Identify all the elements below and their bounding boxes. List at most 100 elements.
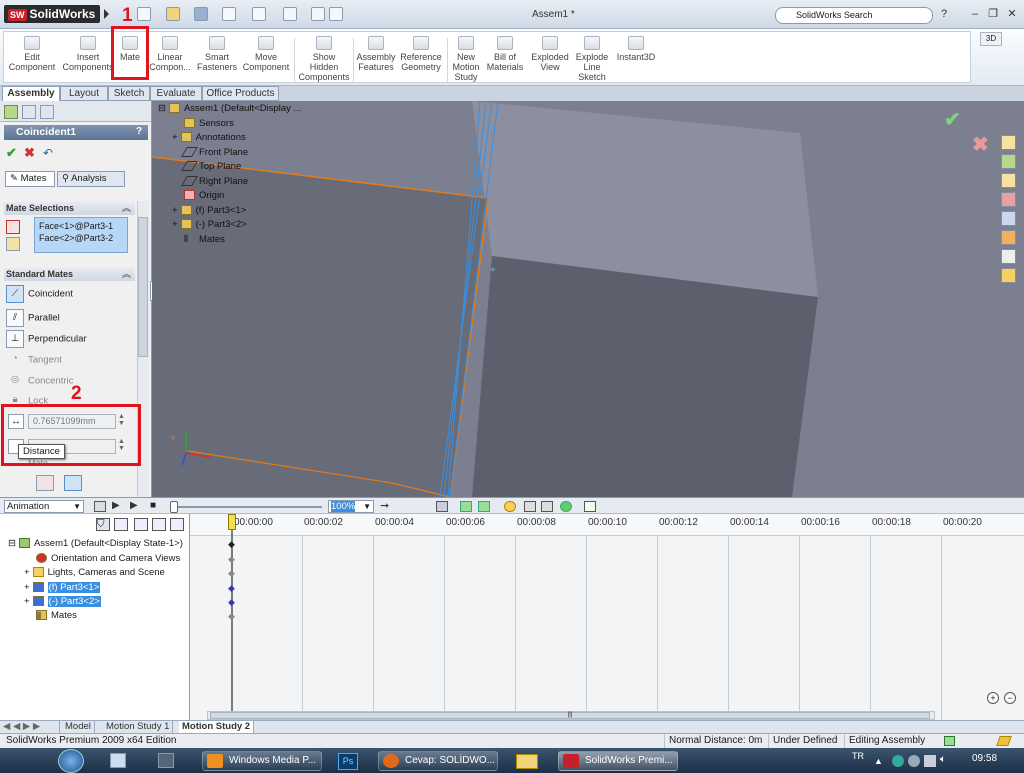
study-type-select[interactable]: Animation ▼	[4, 500, 84, 513]
close-button[interactable]: ✕	[1005, 8, 1019, 20]
cancel-x-icon[interactable]: ✖	[24, 145, 35, 161]
status-tag-icon[interactable]	[996, 736, 1012, 746]
filter-driving-icon[interactable]	[114, 518, 128, 531]
selection-mode-icon[interactable]	[6, 237, 20, 251]
undo-mate-icon[interactable]: ↶	[43, 146, 53, 160]
standard-mates-header[interactable]: Standard Mates ︽	[4, 268, 135, 281]
new-motion-study-button[interactable]: New Motion Study	[448, 36, 484, 84]
playback-mode-icon[interactable]: ➞	[380, 499, 389, 512]
reference-geometry-button[interactable]: Reference Geometry	[398, 36, 444, 84]
tray-icon-2[interactable]	[908, 755, 920, 767]
keyframe[interactable]: ◆	[228, 539, 235, 550]
anim-tree-part3-2[interactable]: + (-) Part3<2>	[24, 596, 101, 607]
mate-alignment-anti-aligned-icon[interactable]	[64, 475, 82, 491]
time-bar-marker[interactable]	[228, 514, 236, 530]
keyframe[interactable]: ◆	[228, 583, 235, 594]
keyframe[interactable]: ◆	[228, 611, 235, 622]
tree-item-part3-2[interactable]: + (-) Part3<2>	[172, 219, 247, 230]
pm-tab-mates[interactable]: ✎ Mates	[5, 171, 55, 187]
filter-selected-icon[interactable]	[134, 518, 148, 531]
spring-icon[interactable]	[524, 501, 536, 512]
search-input[interactable]: SolidWorks Search	[775, 7, 933, 24]
selection-item[interactable]: Face<2>@Part3-2	[35, 231, 127, 243]
zoom-out-icon[interactable]: −	[1004, 692, 1016, 704]
scroll-thumb[interactable]: |||	[210, 712, 930, 719]
pm-help-button[interactable]: ?	[136, 126, 142, 137]
menu-arrow-icon[interactable]	[104, 9, 109, 19]
tray-arrow-icon[interactable]: ▲	[874, 756, 883, 766]
calculate-icon[interactable]	[94, 501, 106, 512]
anim-tree-mates[interactable]: ⫴ Mates	[36, 610, 77, 622]
filter-results-icon[interactable]	[152, 518, 166, 531]
timeline-slider-thumb[interactable]	[170, 501, 178, 513]
minimize-button[interactable]: –	[968, 8, 982, 20]
taskbar-solidworks[interactable]: SolidWorks Premi...	[558, 751, 678, 771]
print-icon[interactable]	[222, 7, 236, 21]
mate-coincident[interactable]: ⟋ Coincident	[6, 285, 73, 305]
tab-office-products[interactable]: Office Products	[202, 86, 279, 101]
timeline-slider[interactable]	[172, 506, 322, 508]
rebuild-icon[interactable]	[311, 7, 325, 21]
zoom-in-icon[interactable]: +	[987, 692, 999, 704]
bill-of-materials-button[interactable]: Bill of Materials	[484, 36, 526, 84]
taskbar-firefox[interactable]: Cevap: SOLİDWO...	[378, 751, 498, 771]
volume-icon[interactable]: 🔈︎	[940, 754, 946, 765]
tree-item-front-plane[interactable]: Front Plane	[181, 147, 248, 158]
gravity-icon[interactable]	[560, 501, 572, 512]
filter-animated-icon[interactable]: ⛉	[96, 518, 110, 531]
taskbar-folder-icon[interactable]	[516, 754, 538, 769]
move-component-button[interactable]: Move Component	[240, 36, 292, 84]
stop-icon[interactable]: ■	[150, 500, 156, 511]
animation-wizard-icon[interactable]	[460, 501, 472, 512]
pm-tab-analysis[interactable]: ⚲ Analysis	[57, 171, 125, 187]
confirm-corner-ok-icon[interactable]: ✔	[944, 107, 961, 132]
property-manager-tab-icon[interactable]	[22, 105, 36, 119]
motor-icon[interactable]	[504, 501, 516, 512]
part2-front-face[interactable]	[472, 256, 818, 497]
mate-alignment-aligned-icon[interactable]	[36, 475, 54, 491]
ok-check-icon[interactable]: ✔	[6, 145, 17, 161]
options-icon[interactable]	[329, 7, 343, 21]
start-button-icon[interactable]	[58, 749, 84, 773]
contact-icon[interactable]	[541, 501, 553, 512]
search-results-icon[interactable]	[1001, 192, 1016, 207]
keyframe[interactable]: ◆	[228, 554, 235, 565]
anim-tree-part3-1[interactable]: + (f) Part3<1>	[24, 582, 101, 593]
tree-item-sensors[interactable]: Sensors	[184, 118, 234, 129]
selection-filter-icon[interactable]	[6, 220, 20, 234]
keyframe[interactable]: ◆	[228, 568, 235, 579]
model-view[interactable]: + +	[152, 101, 1024, 497]
tab-assembly[interactable]: Assembly	[2, 86, 60, 101]
quicklaunch-explorer-icon[interactable]	[110, 753, 126, 768]
timeline-hscroll[interactable]: |||	[207, 711, 935, 720]
mate-selections-header[interactable]: Mate Selections ︽	[4, 202, 135, 215]
anim-tree-lights[interactable]: + Lights, Cameras and Scene	[24, 567, 165, 578]
mate-parallel[interactable]: ⫽ Parallel	[6, 309, 60, 329]
ribbon-3d-icon[interactable]: 3D	[980, 32, 1002, 46]
open-icon[interactable]	[166, 7, 180, 21]
playback-speed-select[interactable]: 100% ▼	[328, 500, 374, 513]
solidworks-resources-icon[interactable]	[1001, 135, 1016, 150]
exploded-view-button[interactable]: Exploded View	[528, 36, 572, 84]
select-icon[interactable]	[283, 7, 297, 21]
mate-selections-list[interactable]: Face<1>@Part3-1 Face<2>@Part3-2	[34, 217, 128, 253]
tree-item-part3-1[interactable]: + (f) Part3<1>	[172, 205, 246, 216]
configuration-manager-tab-icon[interactable]	[40, 105, 54, 119]
quicklaunch-media-icon[interactable]	[158, 753, 174, 768]
save-icon[interactable]	[194, 7, 208, 21]
results-plots-icon[interactable]	[584, 501, 596, 512]
tree-item-annotations[interactable]: + Annotations	[172, 132, 246, 143]
language-indicator[interactable]: TR	[852, 751, 864, 761]
confirm-corner-cancel-icon[interactable]: ✖	[972, 132, 989, 157]
tab-sketch[interactable]: Sketch	[108, 86, 150, 101]
pm-vscroll-thumb[interactable]	[138, 217, 148, 357]
view-palette-icon[interactable]	[1001, 211, 1016, 226]
smart-fasteners-button[interactable]: Smart Fasteners	[194, 36, 240, 84]
selection-item[interactable]: Face<1>@Part3-1	[35, 218, 127, 231]
custom-properties-icon[interactable]	[1001, 249, 1016, 264]
tree-item-origin[interactable]: Origin	[184, 190, 224, 201]
save-animation-icon[interactable]	[436, 501, 448, 512]
tab-evaluate[interactable]: Evaluate	[150, 86, 202, 101]
file-explorer-icon[interactable]	[1001, 173, 1016, 188]
rebuild-status-icon[interactable]	[944, 736, 955, 746]
